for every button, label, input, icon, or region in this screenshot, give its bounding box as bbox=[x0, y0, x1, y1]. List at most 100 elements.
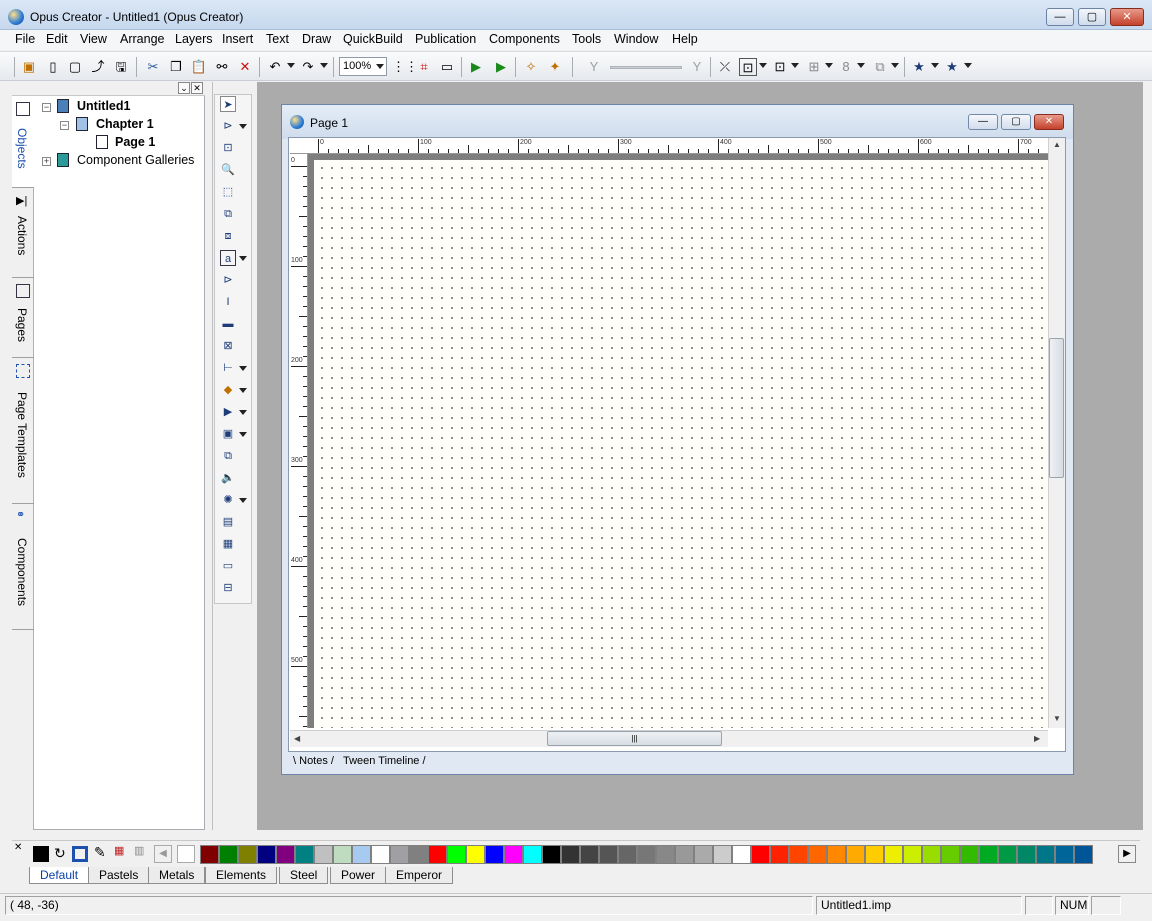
palette-tab-elements[interactable]: Elements bbox=[205, 867, 278, 884]
color-swatch[interactable] bbox=[371, 845, 390, 864]
align-icon[interactable]: ⊞ bbox=[805, 58, 823, 76]
cut-icon[interactable]: ✂ bbox=[144, 58, 162, 76]
menu-layers[interactable]: Layers bbox=[175, 32, 213, 46]
bookmark-tool-icon[interactable]: ⊟ bbox=[220, 580, 236, 596]
preview-icon[interactable]: ▶ bbox=[492, 58, 510, 76]
alternate-select-icon[interactable]: ⊳ bbox=[220, 118, 236, 134]
palette-tab-power[interactable]: Power bbox=[330, 867, 387, 884]
preview-page-icon[interactable]: ▶ bbox=[467, 58, 485, 76]
delete-icon[interactable]: ✕ bbox=[236, 58, 254, 76]
fill-color-icon[interactable] bbox=[33, 846, 49, 862]
tree-expand-icon[interactable]: + bbox=[42, 157, 51, 166]
color-swatch[interactable] bbox=[770, 845, 789, 864]
order-icon[interactable]: 8 bbox=[837, 58, 855, 76]
distribute-dropdown-icon[interactable] bbox=[891, 63, 899, 68]
color-swatch[interactable] bbox=[599, 845, 618, 864]
color-swatch[interactable] bbox=[504, 845, 523, 864]
star-action-icon[interactable]: ★ bbox=[943, 58, 961, 76]
color-swatch[interactable] bbox=[409, 845, 428, 864]
image-tool-icon[interactable]: ⊠ bbox=[220, 338, 236, 354]
palette-prev-icon[interactable]: ◀ bbox=[154, 845, 172, 863]
group-dropdown-icon[interactable] bbox=[791, 63, 799, 68]
undo-dropdown-icon[interactable] bbox=[287, 63, 295, 68]
swap-colors-icon[interactable]: ↻ bbox=[54, 845, 66, 862]
page-setup-icon[interactable]: ▭ bbox=[438, 58, 456, 76]
distribute-icon[interactable]: ⧉ bbox=[871, 58, 889, 76]
color-swatch[interactable] bbox=[219, 845, 238, 864]
align-dropdown-icon[interactable] bbox=[825, 63, 833, 68]
paste-icon[interactable]: 📋 bbox=[190, 58, 208, 76]
form-tool-icon[interactable]: ▦ bbox=[220, 536, 236, 552]
flash-tool-icon[interactable]: ▶ bbox=[220, 404, 236, 420]
menu-draw[interactable]: Draw bbox=[302, 32, 331, 46]
button-tool-icon[interactable]: ▬ bbox=[220, 316, 236, 332]
color-swatch[interactable] bbox=[808, 845, 827, 864]
palette-tab-emperor[interactable]: Emperor bbox=[385, 867, 454, 884]
menu-publication[interactable]: Publication bbox=[415, 32, 476, 46]
panel-close-icon[interactable]: ✕ bbox=[191, 82, 203, 94]
menu-file[interactable]: File bbox=[15, 32, 35, 46]
select-dropdown-icon[interactable] bbox=[239, 124, 247, 129]
color-swatch[interactable] bbox=[789, 845, 808, 864]
menu-arrange[interactable]: Arrange bbox=[120, 32, 164, 46]
color-swatch[interactable] bbox=[998, 845, 1017, 864]
color-swatch[interactable] bbox=[694, 845, 713, 864]
color-swatch[interactable] bbox=[485, 845, 504, 864]
tree-collapse-icon[interactable]: − bbox=[42, 103, 51, 112]
color-swatch[interactable] bbox=[960, 845, 979, 864]
color-swatch[interactable] bbox=[1074, 845, 1093, 864]
palette-tab-metals[interactable]: Metals bbox=[148, 867, 206, 884]
new-publication-icon[interactable]: ▣ bbox=[20, 58, 38, 76]
tree-node-page[interactable]: Page 1 bbox=[115, 135, 155, 149]
guides-icon[interactable]: ⌗ bbox=[415, 58, 433, 76]
tab-actions[interactable]: ▶| Actions bbox=[12, 188, 34, 278]
no-link-icon[interactable]: ⤫ bbox=[716, 58, 734, 76]
menu-components[interactable]: Components bbox=[489, 32, 560, 46]
color-swatch[interactable] bbox=[523, 845, 542, 864]
flash-dropdown-icon[interactable] bbox=[239, 410, 247, 415]
undo-icon[interactable]: ↶ bbox=[266, 58, 284, 76]
tab-page-templates[interactable]: Page Templates bbox=[12, 358, 34, 504]
marquee-tool-icon[interactable]: ⬚ bbox=[220, 184, 236, 200]
color-swatch[interactable] bbox=[637, 845, 656, 864]
line-color-icon[interactable] bbox=[72, 846, 88, 862]
page-canvas[interactable] bbox=[314, 160, 1048, 728]
color-swatch[interactable] bbox=[1055, 845, 1074, 864]
line-dropdown-icon[interactable] bbox=[239, 366, 247, 371]
text-tool-icon[interactable]: a bbox=[220, 250, 236, 266]
color-swatch[interactable] bbox=[352, 845, 371, 864]
color-swatch[interactable] bbox=[428, 845, 447, 864]
color-swatch[interactable] bbox=[200, 845, 219, 864]
color-swatch[interactable] bbox=[941, 845, 960, 864]
transparency-slider[interactable] bbox=[610, 66, 682, 69]
star-action-dropdown-icon[interactable] bbox=[964, 63, 972, 68]
tree-node-publication[interactable]: Untitled1 bbox=[77, 99, 130, 113]
color-swatch[interactable] bbox=[238, 845, 257, 864]
menu-window[interactable]: Window bbox=[614, 32, 658, 46]
effects-dropdown-icon[interactable] bbox=[239, 498, 247, 503]
color-swatch[interactable] bbox=[732, 845, 751, 864]
tab-pages[interactable]: Pages bbox=[12, 278, 34, 358]
horizontal-scroll-thumb[interactable]: ||| bbox=[547, 731, 722, 746]
eyedropper-icon[interactable]: ✎ bbox=[94, 844, 106, 861]
color-swatch[interactable] bbox=[542, 845, 561, 864]
frame-dropdown-icon[interactable] bbox=[239, 432, 247, 437]
color-swatch[interactable] bbox=[314, 845, 333, 864]
scroll-right-icon[interactable]: ▶ bbox=[1034, 734, 1040, 743]
lock-dropdown-icon[interactable] bbox=[759, 63, 767, 68]
minimize-button[interactable]: — bbox=[1046, 8, 1074, 26]
crop-tool-icon[interactable]: ⊡ bbox=[220, 140, 236, 156]
color-swatch[interactable] bbox=[333, 845, 352, 864]
tree-node-chapter[interactable]: Chapter 1 bbox=[96, 117, 154, 131]
tab-tween-timeline[interactable]: Tween Timeline / bbox=[343, 755, 426, 767]
palette-tab-steel[interactable]: Steel bbox=[279, 867, 329, 884]
zoom-dropdown-icon[interactable] bbox=[376, 64, 384, 69]
line-tool-icon[interactable]: ⊢ bbox=[220, 360, 236, 376]
text-dropdown-icon[interactable] bbox=[239, 256, 247, 261]
color-swatch[interactable] bbox=[827, 845, 846, 864]
redo-dropdown-icon[interactable] bbox=[320, 63, 328, 68]
color-swatch[interactable] bbox=[257, 845, 276, 864]
new-page-icon[interactable]: ▢ bbox=[66, 58, 84, 76]
tree-node-galleries[interactable]: Component Galleries bbox=[77, 153, 194, 167]
polygon-tool-icon[interactable]: ◆ bbox=[220, 382, 236, 398]
